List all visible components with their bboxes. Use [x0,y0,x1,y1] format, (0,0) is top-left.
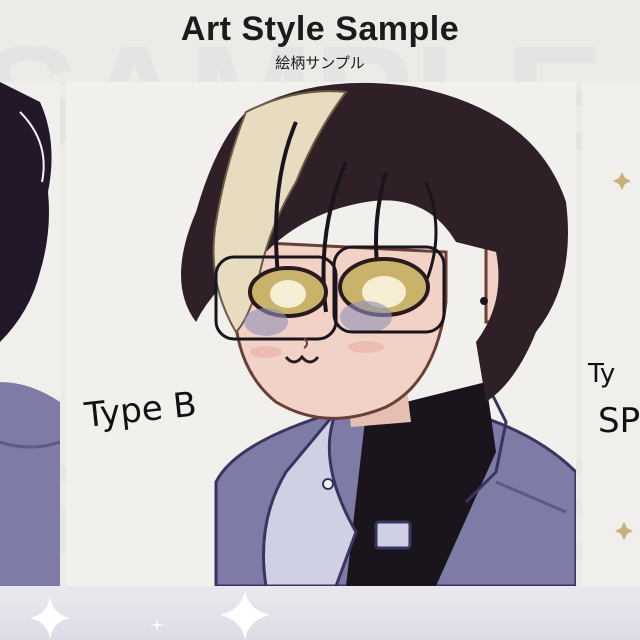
sparkle-icon [150,618,164,632]
character-art-type-b: Type B [66,82,576,586]
left-sample-panel [0,82,60,586]
page-title: Art Style Sample [180,10,460,48]
center-sample-panel: Type B [66,82,576,586]
right-type-label: Ty [587,359,615,389]
right-panel-art: Ty SP [582,82,640,586]
page-subtitle: 絵柄サンプル [275,54,365,72]
left-character-art [0,82,60,586]
right-sp-label: SP [598,401,640,441]
right-sample-panel: Ty SP [582,82,640,586]
sparkle-icon [30,596,70,640]
bottom-band [0,586,640,640]
sparkle-icon [220,590,270,640]
header: Art Style Sample 絵柄サンプル [0,0,640,80]
